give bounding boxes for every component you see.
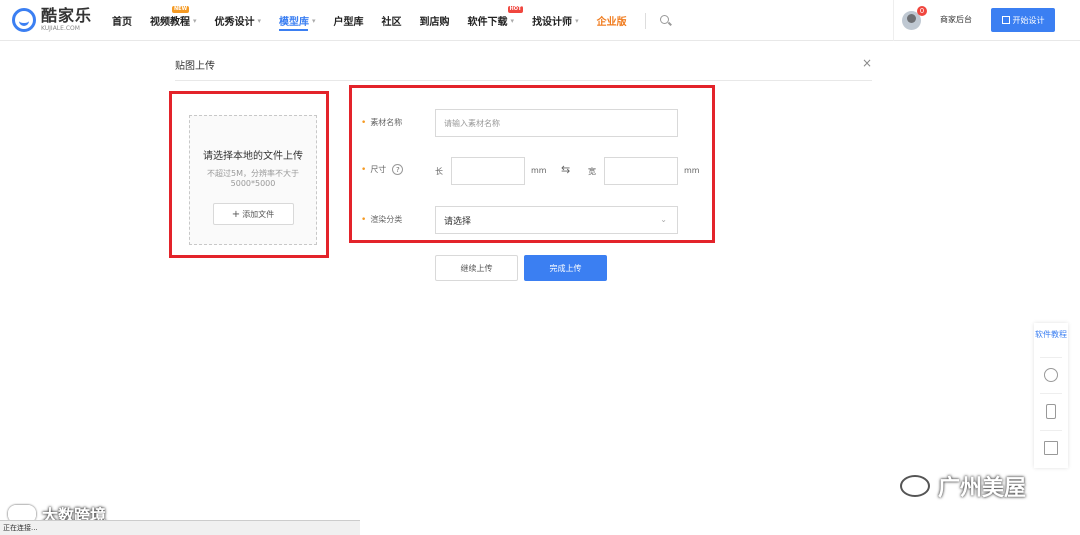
chevron-down-icon: ▾ — [257, 16, 262, 25]
side-divider — [1040, 430, 1062, 431]
upload-title: 请选择本地的文件上传 — [203, 151, 303, 162]
length-unit: mm — [531, 166, 547, 175]
search-icon[interactable] — [659, 14, 672, 27]
nav-software-download[interactable]: 软件下载 ▾ HOT — [468, 0, 524, 41]
floating-side-panel: 软件教程 — [1034, 323, 1068, 468]
new-badge: NEW — [172, 6, 190, 13]
feedback-icon[interactable] — [1044, 441, 1058, 455]
continue-upload-button[interactable]: 继续上传 — [435, 255, 518, 281]
wechat-icon — [900, 475, 930, 497]
render-category-label: • 渲染分类 — [361, 214, 403, 225]
top-navigation-bar: 酷家乐 KUJIALE.COM 首页 视频教程 ▾ NEW 优秀设计 ▾ 模型库 ▾ … — [0, 0, 1080, 41]
length-input[interactable] — [451, 157, 525, 185]
nav-store-purchase[interactable]: 到店购 — [420, 0, 450, 41]
header-divider — [893, 0, 894, 41]
logo-subtext: KUJIALE.COM — [41, 25, 80, 32]
required-dot: • — [361, 214, 367, 225]
watermark-right: 广州美屋 — [900, 470, 1026, 502]
nav-find-designer[interactable]: 找设计师 ▾ — [532, 0, 579, 41]
nav-enterprise[interactable]: 企业版 — [597, 0, 627, 41]
material-name-input[interactable]: 请输入素材名称 — [435, 109, 678, 137]
finish-upload-button[interactable]: 完成上传 — [524, 255, 607, 281]
chevron-down-icon: ▾ — [193, 16, 197, 25]
side-divider — [1040, 357, 1062, 358]
modal-divider — [175, 80, 872, 81]
width-unit: mm — [684, 166, 700, 175]
main-nav: 首页 视频教程 ▾ NEW 优秀设计 ▾ 模型库 ▾ 户型库 社区 到店购 软件下载 ▾… — [112, 0, 672, 41]
material-name-label: • 素材名称 — [361, 117, 403, 128]
merchant-backend-link[interactable]: 商家后台 — [940, 14, 972, 25]
software-tutorial-link[interactable]: 软件教程 — [1034, 329, 1068, 340]
width-input[interactable] — [604, 157, 678, 185]
nav-video-tutorials[interactable]: 视频教程 ▾ NEW — [150, 0, 197, 41]
material-name-placeholder: 请输入素材名称 — [444, 118, 500, 128]
required-dot: • — [361, 164, 367, 175]
nav-excellent-designs[interactable]: 优秀设计 ▾ — [215, 0, 262, 41]
add-file-button[interactable]: + 添加文件 — [212, 203, 294, 225]
width-label: 宽 — [588, 167, 596, 176]
render-category-select[interactable]: 请选择 ⌄ — [435, 206, 678, 234]
hot-badge: HOT — [507, 6, 524, 13]
nav-divider — [644, 12, 646, 29]
kujiale-logo[interactable]: 酷家乐 KUJIALE.COM — [12, 8, 92, 32]
logo-icon — [12, 8, 36, 32]
nav-community[interactable]: 社区 — [382, 0, 402, 41]
mobile-icon[interactable] — [1046, 404, 1056, 419]
logo-text: 酷家乐 — [41, 6, 93, 25]
customer-service-icon[interactable] — [1044, 368, 1058, 382]
chevron-down-icon: ⌄ — [660, 215, 667, 224]
start-design-label: 开始设计 — [1012, 15, 1045, 25]
plus-icon: + — [231, 208, 241, 220]
required-dot: • — [361, 117, 367, 128]
nav-home[interactable]: 首页 — [112, 0, 132, 41]
add-file-label: 添加文件 — [242, 209, 275, 219]
side-divider — [1040, 393, 1062, 394]
chevron-down-icon: ▾ — [312, 16, 316, 25]
size-label: • 尺寸 ? — [361, 164, 404, 175]
chevron-down-icon: ▾ — [575, 16, 579, 25]
chevron-down-icon: ▾ — [510, 16, 515, 25]
file-upload-area[interactable]: 请选择本地的文件上传 不超过5M，分辨率不大于5000*5000 + 添加文件 — [189, 115, 317, 245]
help-icon[interactable]: ? — [392, 164, 404, 175]
start-design-button[interactable]: 开始设计 — [991, 8, 1055, 32]
length-label: 长 — [435, 167, 443, 176]
swap-icon[interactable]: ⇆ — [561, 163, 570, 176]
browser-status-bar: 正在连接... — [0, 520, 360, 535]
modal-title: 贴图上传 — [175, 61, 215, 72]
render-category-value: 请选择 — [444, 216, 472, 227]
notification-badge[interactable]: 0 — [917, 6, 927, 16]
nav-floorplan-library[interactable]: 户型库 — [334, 0, 364, 41]
nav-model-library[interactable]: 模型库 ▾ — [279, 0, 316, 41]
close-icon[interactable]: × — [862, 56, 872, 70]
edit-icon — [1001, 16, 1010, 24]
upload-hint: 不超过5M，分辨率不大于5000*5000 — [207, 169, 299, 188]
